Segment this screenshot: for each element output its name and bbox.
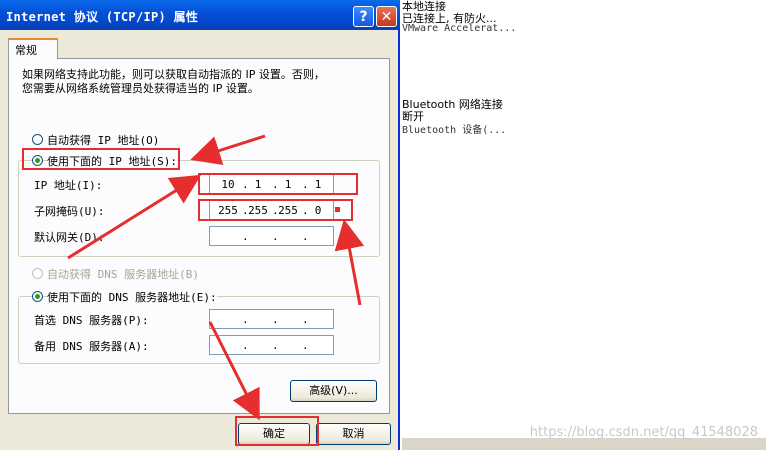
- arrow-to-subnet-marker: [334, 219, 365, 306]
- arrow-to-ip-address: [67, 174, 202, 260]
- annotation-arrows: [67, 134, 365, 421]
- arrow-to-ip-manual: [190, 134, 266, 166]
- arrow-to-ok-button: [208, 321, 260, 421]
